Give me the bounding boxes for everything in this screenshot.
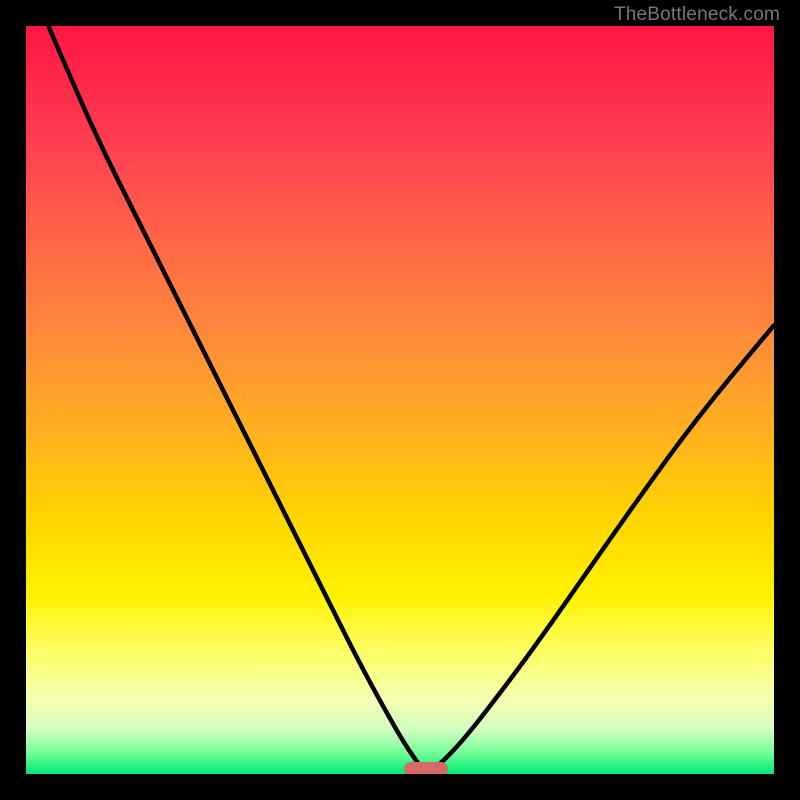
- chart-area: [26, 26, 774, 774]
- bottleneck-curve-path: [48, 26, 774, 773]
- curve-svg: [26, 26, 774, 774]
- bottleneck-curve-real: [48, 26, 774, 772]
- watermark-text: TheBottleneck.com: [614, 4, 780, 26]
- bottleneck-marker: [404, 762, 448, 774]
